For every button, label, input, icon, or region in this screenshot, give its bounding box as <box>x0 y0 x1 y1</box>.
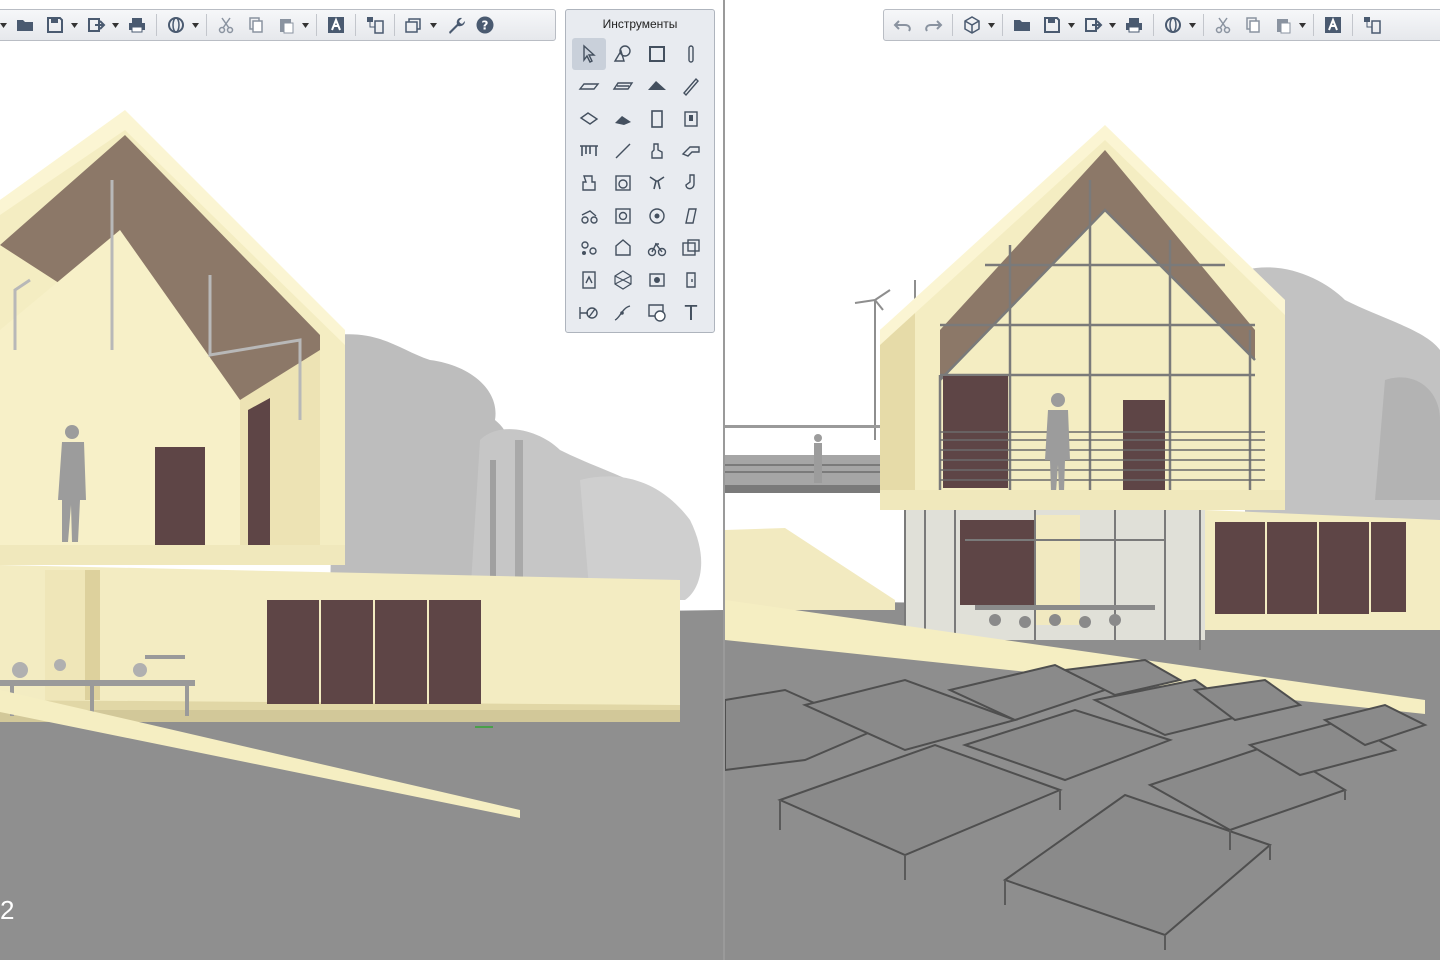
export-dropdown-icon[interactable] <box>1108 12 1116 38</box>
toolbar-separator <box>1313 14 1314 36</box>
paste-icon[interactable] <box>1270 12 1296 38</box>
column-icon[interactable] <box>674 38 708 70</box>
beam-icon[interactable] <box>572 103 606 135</box>
cut-icon[interactable] <box>213 12 239 38</box>
viewport-corner-label: 2 <box>0 895 15 925</box>
toolbar-separator <box>1203 14 1204 36</box>
cabinet-icon[interactable] <box>674 103 708 135</box>
dimension-icon[interactable] <box>572 296 606 328</box>
export-dropdown-icon[interactable] <box>111 12 119 38</box>
layout-icon[interactable] <box>1359 12 1385 38</box>
stair-icon[interactable] <box>606 103 640 135</box>
help-icon[interactable]: ? <box>472 12 498 38</box>
print-icon[interactable] <box>1121 12 1147 38</box>
toolbar-separator <box>1352 14 1353 36</box>
curve-icon[interactable] <box>606 296 640 328</box>
text-tool-glyph: T <box>684 300 698 325</box>
text-style-icon[interactable] <box>1320 12 1346 38</box>
group-icon[interactable] <box>572 232 606 264</box>
toolbar-separator <box>394 14 395 36</box>
gear-object-icon[interactable] <box>640 199 674 231</box>
toolbar-separator <box>206 14 207 36</box>
orbit-dropdown-icon[interactable] <box>1188 12 1196 38</box>
curtain-icon[interactable] <box>674 199 708 231</box>
figure-icon[interactable] <box>640 135 674 167</box>
chevron-down-icon[interactable] <box>0 12 7 38</box>
upper-door <box>1123 400 1165 490</box>
polyhedron-icon[interactable] <box>606 264 640 296</box>
paste-dropdown-icon[interactable] <box>1298 12 1306 38</box>
layout-icon[interactable] <box>362 12 388 38</box>
toolbar-separator <box>1153 14 1154 36</box>
left-main-toolbar: ? <box>0 9 556 41</box>
camera-icon[interactable] <box>674 232 708 264</box>
appliance-icon[interactable] <box>606 167 640 199</box>
plant-icon[interactable] <box>640 167 674 199</box>
views-dropdown-icon[interactable] <box>429 12 437 38</box>
save-icon[interactable] <box>42 12 68 38</box>
toolbar-separator <box>952 14 953 36</box>
folder-icon[interactable] <box>12 12 38 38</box>
pipe-icon[interactable] <box>674 135 708 167</box>
viewport-left[interactable]: ? Инструменты T 2 <box>0 0 723 960</box>
bike-icon[interactable] <box>640 232 674 264</box>
text-style-icon[interactable] <box>323 12 349 38</box>
wrench-icon[interactable] <box>442 12 468 38</box>
export-icon[interactable] <box>83 12 109 38</box>
vehicle-icon[interactable] <box>572 199 606 231</box>
svg-text:?: ? <box>482 19 489 33</box>
window-icon[interactable] <box>640 38 674 70</box>
cut-icon[interactable] <box>1210 12 1236 38</box>
fixture-icon[interactable] <box>572 167 606 199</box>
views-icon[interactable] <box>401 12 427 38</box>
slab-icon[interactable] <box>606 70 640 102</box>
toolbar-separator <box>355 14 356 36</box>
equipment-icon[interactable] <box>606 199 640 231</box>
opening-icon[interactable] <box>674 264 708 296</box>
cube-view-dropdown-icon[interactable] <box>987 12 995 38</box>
save-dropdown-icon[interactable] <box>70 12 78 38</box>
copy-icon[interactable] <box>243 12 269 38</box>
library-icon[interactable] <box>572 264 606 296</box>
right-main-toolbar <box>883 9 1440 41</box>
hatch-icon[interactable] <box>640 296 674 328</box>
lamp-icon[interactable] <box>674 167 708 199</box>
object-select-icon[interactable] <box>606 38 640 70</box>
copy-icon[interactable] <box>1240 12 1266 38</box>
orbit-dropdown-icon[interactable] <box>191 12 199 38</box>
scene-right <box>725 0 1440 960</box>
palette-grid: T <box>566 36 714 329</box>
toolbar-separator <box>316 14 317 36</box>
railing-icon[interactable] <box>572 135 606 167</box>
text-tool-icon[interactable]: T <box>674 296 708 328</box>
upper-door <box>155 447 205 545</box>
lower-windows <box>1215 522 1406 614</box>
line-icon[interactable] <box>606 135 640 167</box>
save-icon[interactable] <box>1039 12 1065 38</box>
viewport-right[interactable] <box>725 0 1440 960</box>
palette-title: Инструменты <box>602 17 678 31</box>
roof-icon[interactable] <box>640 70 674 102</box>
wall-icon[interactable] <box>572 70 606 102</box>
tools-palette[interactable]: Инструменты T <box>565 9 715 333</box>
undo-icon[interactable] <box>890 12 916 38</box>
house-object-icon[interactable] <box>606 232 640 264</box>
arrow-select-icon[interactable] <box>572 38 606 71</box>
orbit-icon[interactable] <box>1160 12 1186 38</box>
door-icon[interactable] <box>640 103 674 135</box>
print-icon[interactable] <box>124 12 150 38</box>
export-icon[interactable] <box>1080 12 1106 38</box>
render-icon[interactable] <box>640 264 674 296</box>
pencil-icon[interactable] <box>674 70 708 102</box>
redo-icon[interactable] <box>920 12 946 38</box>
paste-dropdown-icon[interactable] <box>301 12 309 38</box>
toolbar-separator <box>156 14 157 36</box>
save-dropdown-icon[interactable] <box>1067 12 1075 38</box>
folder-icon[interactable] <box>1009 12 1035 38</box>
orbit-icon[interactable] <box>163 12 189 38</box>
paste-icon[interactable] <box>273 12 299 38</box>
toolbar-separator <box>1002 14 1003 36</box>
cube-view-icon[interactable] <box>959 12 985 38</box>
